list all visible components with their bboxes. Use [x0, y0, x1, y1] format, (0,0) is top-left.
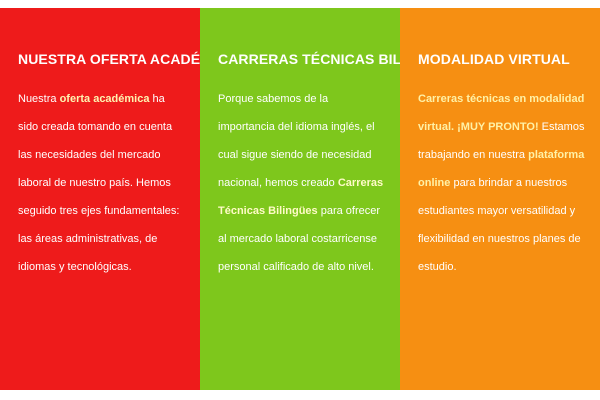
panel-virtual-mode: MODALIDAD VIRTUAL Carreras técnicas en m… — [400, 8, 600, 390]
panel-bilingual-careers: CARRERAS TÉCNICAS BILINGÜES Porque sabem… — [200, 8, 400, 390]
panel-description: Carreras técnicas en modalidad virtual. … — [418, 85, 586, 281]
description-text: Nuestra — [18, 93, 60, 106]
highlight-text: oferta académica — [59, 93, 150, 106]
panel-academic-offer: NUESTRA OFERTA ACADÉMICA Nuestra oferta … — [0, 8, 200, 390]
panel-description: Nuestra oferta académica ha sido creada … — [18, 85, 186, 281]
description-text: ha sido creada tomando en cuenta las nec… — [18, 93, 180, 274]
description-text: para brindar a nuestros estudiantes mayo… — [418, 177, 581, 274]
panel-description: Porque sabemos de la importancia del idi… — [218, 85, 386, 281]
info-panels: NUESTRA OFERTA ACADÉMICA Nuestra oferta … — [0, 8, 600, 390]
panel-title: MODALIDAD VIRTUAL — [418, 51, 570, 67]
description-text: Porque sabemos de la importancia del idi… — [218, 93, 375, 190]
panel-title: NUESTRA OFERTA ACADÉMICA — [18, 51, 200, 67]
panel-title: CARRERAS TÉCNICAS BILINGÜES — [218, 51, 400, 67]
